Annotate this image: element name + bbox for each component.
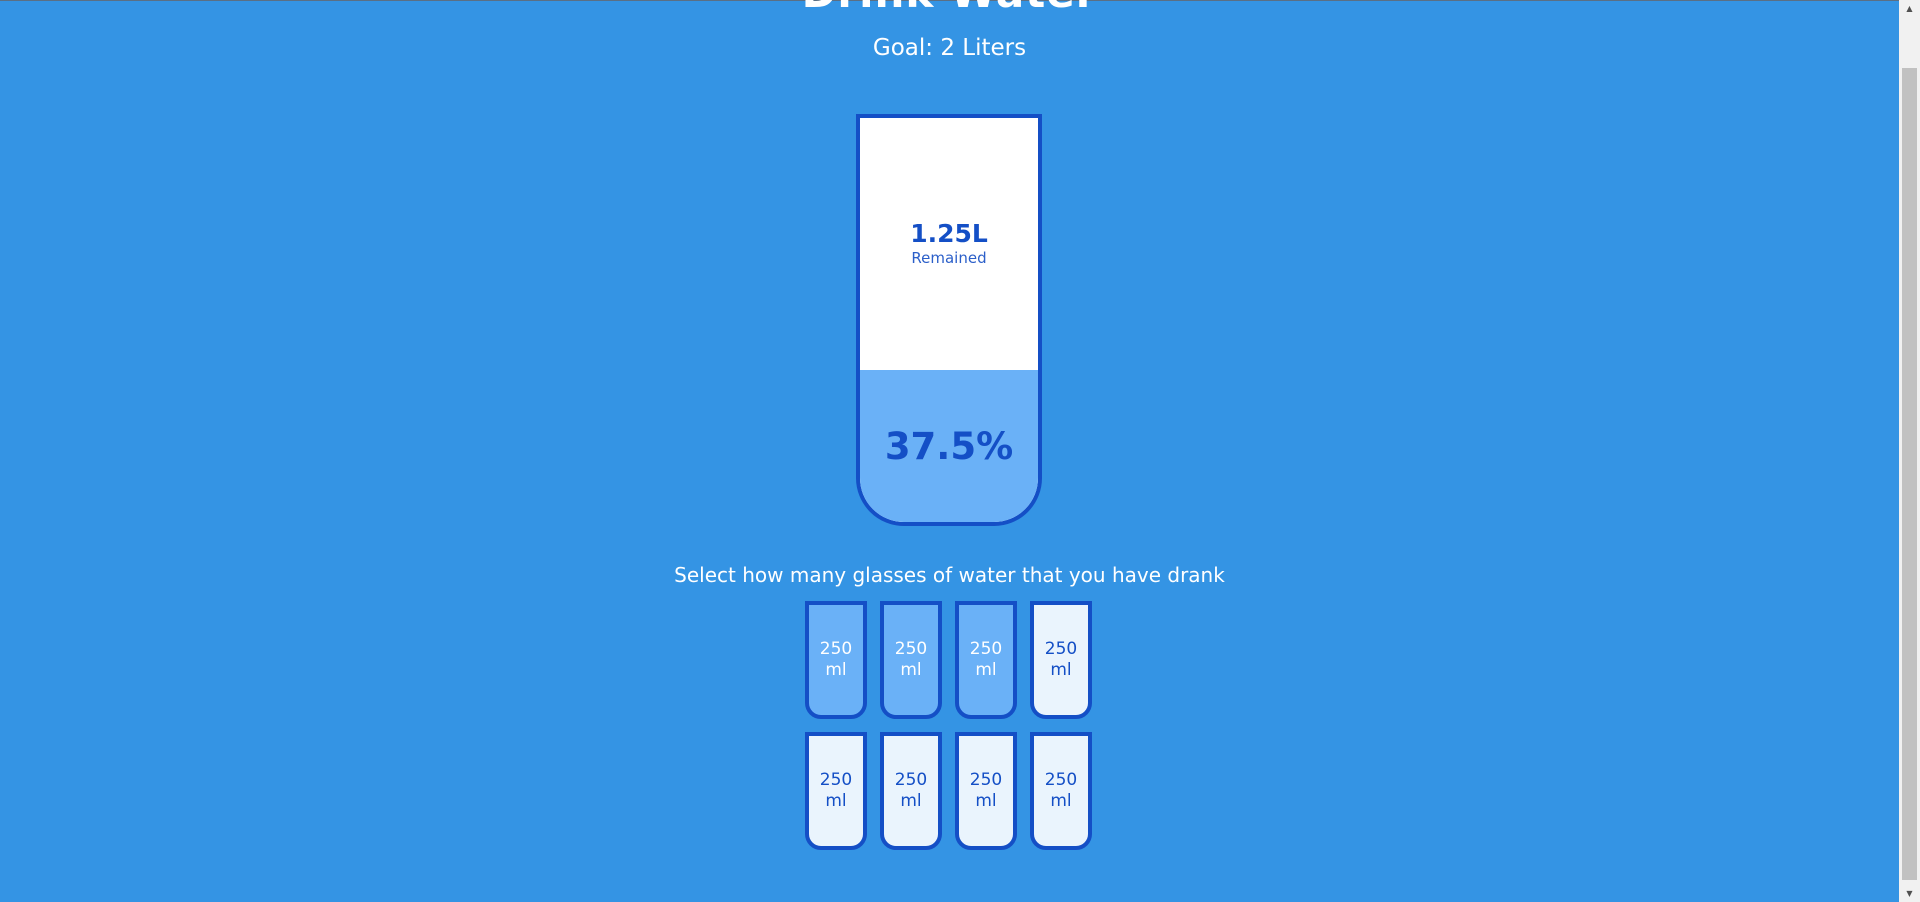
cup-amount: 250 [1044,770,1078,790]
remained-amount: 1.25L [910,219,988,248]
scrollbar-thumb[interactable] [1902,68,1917,880]
cup-unit: ml [975,791,997,811]
instruction-text: Select how many glasses of water that yo… [674,563,1225,587]
cup-unit: ml [1050,791,1072,811]
cup-amount: 250 [819,770,853,790]
cup-unit: ml [975,660,997,680]
cup-unit: ml [1050,660,1072,680]
cup-amount: 250 [894,639,928,659]
small-cup-1[interactable]: 250 ml [805,601,867,719]
vertical-scrollbar[interactable]: ▲ ▼ [1899,0,1920,902]
big-cup: 1.25L Remained 37.5% [856,114,1042,526]
cup-amount: 250 [969,770,1003,790]
small-cup-6[interactable]: 250 ml [880,732,942,850]
cup-amount: 250 [969,639,1003,659]
small-cup-3[interactable]: 250 ml [955,601,1017,719]
cup-unit: ml [900,791,922,811]
small-cup-2[interactable]: 250 ml [880,601,942,719]
app-viewport: Drink Water Goal: 2 Liters 1.25L Remaine… [0,0,1899,902]
cup-amount: 250 [819,639,853,659]
page-title: Drink Water [0,0,1899,17]
cup-amount: 250 [1044,639,1078,659]
remained-label: Remained [911,249,987,267]
small-cup-8[interactable]: 250 ml [1030,732,1092,850]
cup-unit: ml [900,660,922,680]
small-cups-grid: 250 ml 250 ml 250 ml 250 ml 250 ml 250 ml 250 m… [805,601,1097,863]
remained-section: 1.25L Remained [860,118,1038,370]
goal-text: Goal: 2 Liters [872,35,1027,61]
cup-amount: 250 [894,770,928,790]
small-cup-4[interactable]: 250 ml [1030,601,1092,719]
cup-unit: ml [825,791,847,811]
small-cup-7[interactable]: 250 ml [955,732,1017,850]
small-cup-5[interactable]: 250 ml [805,732,867,850]
cup-unit: ml [825,660,847,680]
arrow-up-icon[interactable]: ▲ [1899,0,1920,17]
percentage-fill: 37.5% [860,370,1038,522]
arrow-down-icon[interactable]: ▼ [1899,885,1920,902]
